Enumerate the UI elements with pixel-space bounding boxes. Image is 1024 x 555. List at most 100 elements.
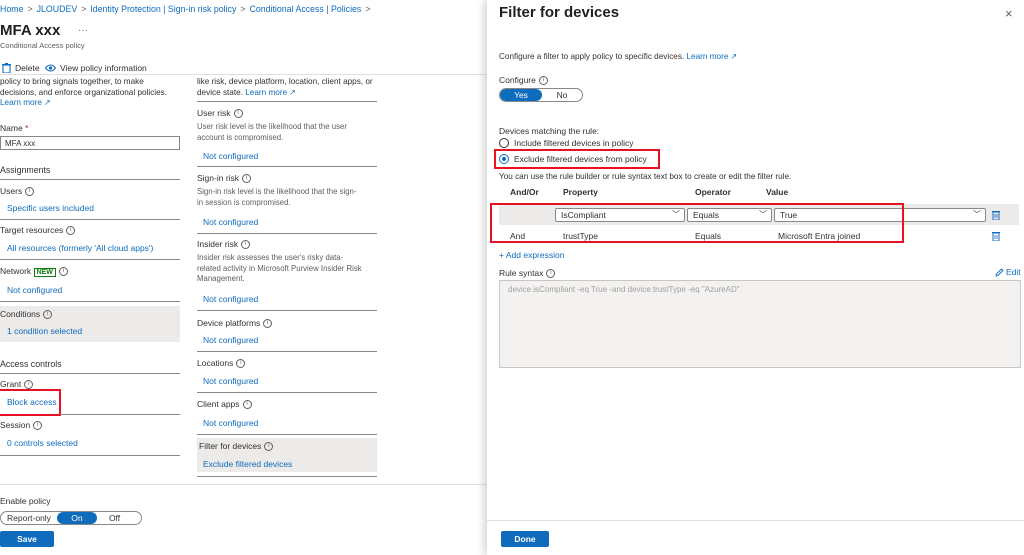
trash-icon[interactable]	[992, 231, 1000, 241]
add-expression-link[interactable]: + Add expression	[499, 250, 564, 260]
breadcrumb-separator: >	[365, 4, 371, 14]
save-button[interactable]: Save	[0, 531, 54, 547]
info-icon[interactable]: i	[66, 226, 76, 236]
locations-value-link[interactable]: Not configured	[203, 376, 258, 386]
report-only-option[interactable]: Report-only	[1, 512, 57, 524]
filter-for-devices-value-link[interactable]: Exclude filtered devices	[203, 459, 292, 469]
column-header-operator: Operator	[695, 187, 731, 197]
target-resources-label: Target resources i	[0, 225, 76, 236]
sign-in-risk-value-link[interactable]: Not configured	[203, 217, 258, 227]
conditions-label: Conditions i	[0, 309, 53, 320]
enable-policy-toggle[interactable]: Report-only On Off	[0, 511, 142, 525]
radio-unchecked[interactable]	[499, 138, 509, 148]
close-icon[interactable]: ×	[1005, 6, 1013, 21]
intro-line: policy to bring signals together, to mak…	[0, 77, 144, 86]
column-header-andor: And/Or	[510, 187, 539, 197]
configure-no-option[interactable]: No	[542, 89, 582, 101]
desc-line: Insider risk assesses the user's risky d…	[197, 253, 344, 262]
user-risk-label: User risk i	[197, 108, 243, 119]
devices-matching-label: Devices matching the rule:	[499, 126, 600, 136]
info-icon[interactable]: i	[263, 319, 273, 329]
new-badge: NEW	[33, 268, 56, 277]
insider-risk-description: Insider risk assesses the user's risky d…	[197, 253, 362, 285]
info-icon[interactable]: i	[24, 380, 34, 390]
info-icon[interactable]: i	[242, 400, 252, 410]
configure-yes-option[interactable]: Yes	[500, 89, 542, 101]
external-link-icon: ↗	[730, 52, 738, 61]
view-policy-information-button[interactable]: View policy information	[45, 63, 147, 73]
access-controls-heading: Access controls	[0, 359, 62, 369]
info-icon[interactable]: i	[264, 442, 274, 452]
breadcrumb: Home > JLOUDEV > Identity Protection | Sign-…	[0, 4, 374, 14]
device-platforms-label: Device platforms i	[197, 318, 273, 329]
info-icon[interactable]: i	[236, 359, 246, 369]
target-resources-link[interactable]: All resources (formerly 'All cloud apps'…	[7, 243, 153, 253]
include-radio-option[interactable]: Include filtered devices in policy	[499, 138, 634, 148]
enable-policy-label: Enable policy	[0, 496, 51, 506]
filter-for-devices-label: Filter for devices i	[199, 441, 274, 452]
info-icon[interactable]: i	[33, 421, 43, 431]
client-apps-value-link[interactable]: Not configured	[203, 418, 258, 428]
grant-label-text: Grant	[0, 379, 22, 389]
done-button[interactable]: Done	[501, 531, 549, 547]
breadcrumb-home[interactable]: Home	[0, 4, 23, 14]
more-options-icon[interactable]: ···	[78, 25, 88, 36]
info-icon[interactable]: i	[538, 76, 548, 86]
user-risk-value-link[interactable]: Not configured	[203, 151, 258, 161]
info-icon[interactable]: i	[43, 310, 53, 320]
desc-line: Sign-in risk level is the likelihood tha…	[197, 187, 357, 196]
learn-more-link[interactable]: Learn more	[245, 88, 287, 97]
assignments-heading: Assignments	[0, 165, 51, 175]
signin-risk-label-text: Sign-in risk	[197, 173, 240, 183]
breadcrumb-identity-protection[interactable]: Identity Protection | Sign-in risk polic…	[90, 4, 236, 14]
delete-label: Delete	[15, 63, 40, 73]
conditions-intro: like risk, device platform, location, cl…	[197, 77, 373, 98]
trash-icon[interactable]	[992, 210, 1000, 220]
delete-button[interactable]: Delete	[2, 63, 40, 73]
breadcrumb-tenant[interactable]: JLOUDEV	[37, 4, 78, 14]
on-option[interactable]: On	[56, 512, 97, 524]
user-risk-label-text: User risk	[197, 108, 231, 118]
external-link-icon: ↗	[289, 87, 296, 97]
session-label: Session i	[0, 420, 43, 431]
edit-label: Edit	[1006, 267, 1021, 277]
desc-line: account is compromised.	[197, 132, 284, 142]
insider-risk-label: Insider risk i	[197, 239, 251, 250]
session-label-text: Session	[0, 420, 31, 430]
rule-syntax-textbox[interactable]: device.isCompliant -eq True -and device.…	[499, 280, 1021, 368]
pencil-icon	[995, 267, 1004, 277]
insider-risk-value-link[interactable]: Not configured	[203, 294, 258, 304]
learn-more-link[interactable]: Learn more	[0, 98, 42, 107]
breadcrumb-conditional-access[interactable]: Conditional Access | Policies	[250, 4, 362, 14]
info-icon[interactable]: i	[546, 269, 556, 279]
info-icon[interactable]: i	[241, 240, 251, 250]
breadcrumb-separator: >	[240, 4, 246, 14]
highlight-box	[494, 149, 660, 169]
eye-icon	[45, 64, 56, 72]
name-input[interactable]	[0, 136, 180, 150]
intro-line: device state.	[197, 87, 243, 97]
policy-intro: policy to bring signals together, to mak…	[0, 77, 167, 109]
sign-in-risk-label: Sign-in risk i	[197, 173, 252, 184]
network-value-link[interactable]: Not configured	[7, 285, 62, 295]
info-icon[interactable]: i	[233, 109, 243, 119]
device-platforms-value-link[interactable]: Not configured	[203, 335, 258, 345]
learn-more-link[interactable]: Learn more	[687, 52, 729, 61]
desc-line: related activity in Microsoft Purview In…	[197, 263, 362, 273]
include-label: Include filtered devices in policy	[514, 138, 634, 148]
conditions-value-link[interactable]: 1 condition selected	[7, 326, 82, 336]
info-icon[interactable]: i	[25, 187, 35, 197]
edit-button[interactable]: Edit	[995, 267, 1021, 277]
desc-line: User risk level is the likelihood that t…	[197, 122, 347, 131]
users-label-text: Users	[0, 186, 23, 196]
info-icon[interactable]: i	[242, 174, 252, 184]
configure-toggle[interactable]: Yes No	[499, 88, 583, 102]
rule-syntax-label: Rule syntax i	[499, 268, 556, 279]
off-option[interactable]: Off	[97, 512, 132, 524]
users-value-link[interactable]: Specific users included	[7, 203, 94, 213]
info-icon[interactable]: i	[58, 267, 68, 277]
intro-line: decisions, and enforce organizational po…	[0, 87, 168, 97]
session-value-link[interactable]: 0 controls selected	[7, 438, 78, 448]
desc-line: Management.	[197, 274, 245, 283]
view-policy-label: View policy information	[60, 63, 147, 73]
